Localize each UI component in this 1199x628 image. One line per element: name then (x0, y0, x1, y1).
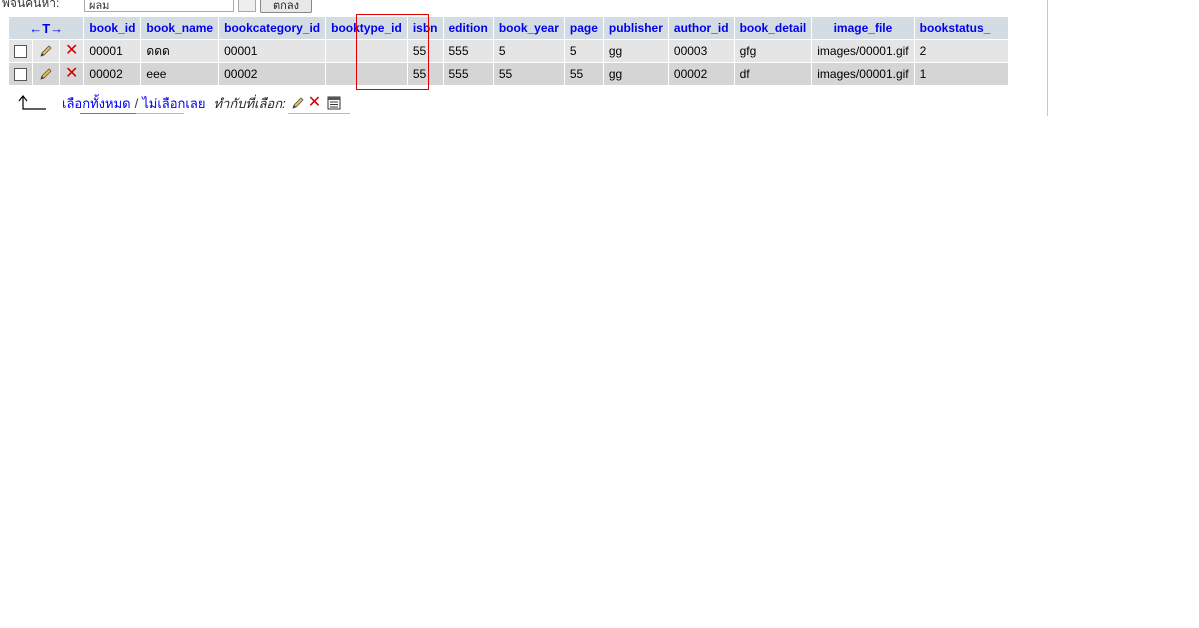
col-author-id[interactable]: author_id (668, 17, 734, 39)
results-table: ←T→ book_id book_name bookcategory_id bo… (8, 16, 1047, 86)
table-row: ✕ 00001 ดดด 00001 55 555 5 5 gg 00003 gf… (9, 40, 1046, 62)
pencil-icon[interactable] (38, 43, 54, 59)
cell-isbn: 55 (407, 63, 443, 85)
col-edition[interactable]: edition (443, 17, 493, 39)
col-book-detail[interactable]: book_detail (734, 17, 812, 39)
search-label: พจน์ค้นหา: (2, 0, 60, 10)
cell-bookstatus: 1 (914, 63, 1009, 85)
cell-bookcategory-id: 00001 (219, 40, 326, 62)
header-row: ←T→ book_id book_name bookcategory_id bo… (9, 17, 1046, 39)
table-row: ✕ 00002 eee 00002 55 555 55 55 gg 00002 … (9, 63, 1046, 85)
column-move-arrows[interactable]: ←T→ (9, 17, 84, 39)
go-button[interactable]: ตกลง (260, 0, 312, 13)
search-strip: พจน์ค้นหา: ผลม ตกลง (0, 0, 1040, 16)
delete-x-icon[interactable]: ✕ (65, 42, 78, 59)
cell-book-detail: df (734, 63, 812, 85)
cell-book-id: 00002 (84, 63, 141, 85)
col-publisher[interactable]: publisher (603, 17, 668, 39)
cell-booktype-id (326, 63, 407, 85)
col-booktype-id[interactable]: booktype_id (326, 17, 407, 39)
col-book-year[interactable]: book_year (493, 17, 564, 39)
delete-x-icon[interactable]: ✕ (308, 95, 321, 111)
tab-underline (136, 113, 184, 114)
search-input[interactable]: ผลม (84, 0, 234, 12)
cell-page: 5 (564, 40, 603, 62)
cell-booktype-id (326, 40, 407, 62)
col-image-file[interactable]: image_file (812, 17, 914, 39)
cell-edition: 555 (443, 63, 493, 85)
cell-bookcategory-id: 00002 (219, 63, 326, 85)
cell-book-detail: gfg (734, 40, 812, 62)
col-book-name[interactable]: book_name (141, 17, 219, 39)
cell-author-id: 00003 (668, 40, 734, 62)
cell-page: 55 (564, 63, 603, 85)
cell-isbn: 55 (407, 40, 443, 62)
cell-publisher: gg (603, 40, 668, 62)
pencil-icon[interactable] (38, 66, 54, 82)
cell-book-name: eee (141, 63, 219, 85)
cell-publisher: gg (603, 63, 668, 85)
select-all-link[interactable]: เลือกทั้งหมด (62, 93, 131, 114)
col-book-id[interactable]: book_id (84, 17, 141, 39)
cell-edition: 555 (443, 40, 493, 62)
deselect-all-link[interactable]: ไม่เลือกเลย (142, 93, 205, 114)
browse-panel: พจน์ค้นหา: ผลม ตกลง ←T→ book_id book_nam… (0, 0, 1048, 116)
arrow-up-left-icon (18, 95, 46, 110)
cell-bookstatus: 2 (914, 40, 1009, 62)
dropdown-button[interactable] (238, 0, 256, 12)
col-bookcategory-id[interactable]: bookcategory_id (219, 17, 326, 39)
col-isbn[interactable]: isbn (407, 17, 443, 39)
cell-book-id: 00001 (84, 40, 141, 62)
col-bookstatus[interactable]: bookstatus_ (914, 17, 1009, 39)
with-selected-label: ทำกับที่เลือก: (213, 95, 286, 111)
row-checkbox[interactable] (14, 68, 27, 82)
cell-book-name: ดดด (141, 40, 219, 62)
pencil-icon[interactable] (290, 95, 306, 111)
footer-separator: / (134, 95, 139, 111)
table-footer: เลือกทั้งหมด / ไม่เลือกเลย ทำกับที่เลือก… (18, 92, 350, 114)
col-page[interactable]: page (564, 17, 603, 39)
tab-underline (288, 113, 350, 114)
cell-author-id: 00002 (668, 63, 734, 85)
cell-image-file: images/00001.gif (812, 40, 914, 62)
cell-book-year: 55 (493, 63, 564, 85)
row-checkbox[interactable] (14, 45, 27, 59)
cell-book-year: 5 (493, 40, 564, 62)
cell-image-file: images/00001.gif (812, 63, 914, 85)
delete-x-icon[interactable]: ✕ (65, 65, 78, 82)
export-table-icon[interactable] (327, 96, 341, 110)
